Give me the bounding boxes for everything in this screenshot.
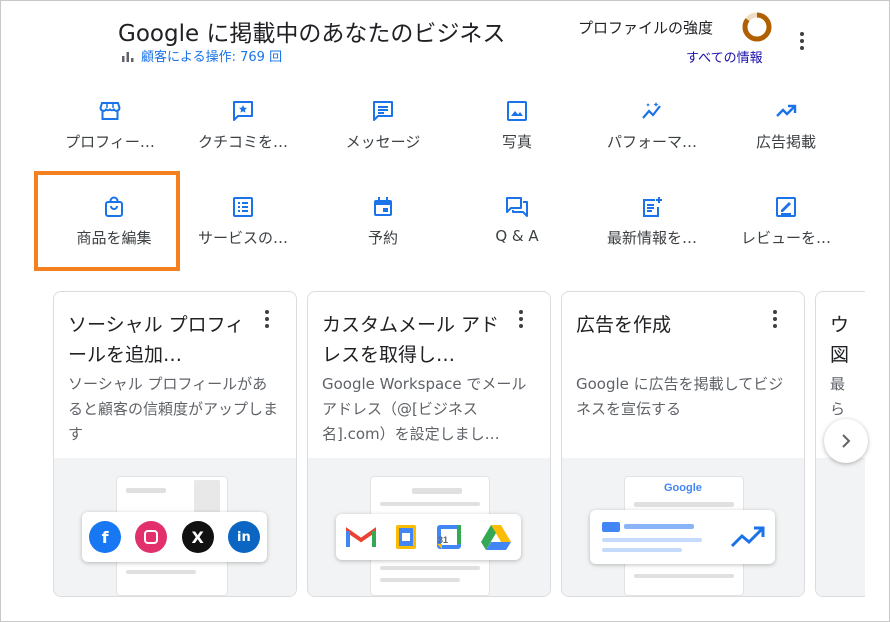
page-title: Google に掲載中のあなたのビジネス — [118, 21, 506, 47]
card-description: Google に広告を掲載してビジネスを宣伝する — [576, 375, 784, 418]
photo-icon — [507, 101, 527, 121]
linkedin-icon: in — [227, 521, 260, 553]
card-more-icon[interactable] — [770, 310, 780, 332]
action-profile[interactable]: プロフィー… — [45, 95, 175, 159]
action-label: サービスの… — [197, 229, 288, 247]
calendar-icon — [374, 197, 392, 216]
ad-illustration: Google — [562, 458, 804, 596]
trend-arrow-icon — [730, 526, 765, 548]
interactions-count: 顧客による操作: 769 回 — [141, 50, 283, 65]
action-updates[interactable]: 最新情報を… — [587, 191, 717, 255]
action-label: 広告掲載 — [755, 133, 816, 151]
workspace-illustration: 31 — [308, 458, 550, 596]
calendar-day: 31 — [438, 535, 449, 545]
action-booking[interactable]: 予約 — [318, 191, 448, 255]
action-label: 写真 — [501, 133, 532, 151]
carousel-next-button[interactable] — [824, 419, 868, 463]
card-create-ad[interactable]: 広告を作成 Google に広告を掲載してビジネスを宣伝する Google — [561, 291, 805, 597]
storefront-icon — [99, 102, 121, 120]
qa-icon — [506, 197, 528, 217]
card-title: 広告を作成 — [576, 314, 672, 336]
action-label: パフォーマ… — [606, 133, 697, 151]
social-illustration: f X in — [54, 458, 296, 596]
action-label: Q & A — [495, 227, 539, 245]
card-title: ソーシャル プロフィールを追加… — [68, 314, 245, 366]
action-review-request[interactable]: レビューを… — [721, 191, 851, 255]
action-ads[interactable]: 広告掲載 — [721, 95, 851, 159]
gmail-icon — [345, 527, 376, 547]
card-description: ソーシャル プロフィールがあると顧客の信頼度がアップします — [68, 375, 279, 443]
card-title: ウ 図 — [830, 314, 850, 366]
action-label: メッセージ — [345, 133, 421, 151]
instagram-icon — [135, 521, 168, 553]
card-description: 最 ら — [830, 375, 846, 418]
card-social-profile[interactable]: ソーシャル プロフィールを追加… ソーシャル プロフィールがあると顧客の信頼度が… — [53, 291, 297, 597]
add-post-icon — [643, 197, 662, 217]
shopping-bag-icon — [105, 196, 123, 217]
drive-icon — [481, 525, 512, 550]
action-messages[interactable]: メッセージ — [318, 95, 448, 159]
facebook-icon: f — [89, 521, 122, 553]
card-title: カスタムメール アドレスを取得し… — [322, 314, 500, 366]
action-services[interactable]: サービスの… — [178, 191, 308, 255]
chevron-right-icon — [842, 434, 851, 448]
profile-strength-ring — [742, 12, 772, 42]
list-icon — [233, 197, 253, 217]
more-options-icon[interactable] — [793, 28, 811, 54]
action-performance[interactable]: パフォーマ… — [587, 95, 717, 159]
review-edit-icon — [776, 197, 796, 217]
performance-icon — [642, 102, 661, 119]
profile-strength-label: プロファイルの強度 — [578, 19, 714, 37]
action-edit-products[interactable]: 商品を編集 — [49, 191, 179, 255]
card-more-icon[interactable] — [516, 310, 526, 332]
action-label: 商品を編集 — [76, 229, 152, 247]
partial-illustration — [816, 458, 865, 596]
action-reviews[interactable]: クチコミを… — [178, 95, 308, 159]
action-qa[interactable]: Q & A — [452, 191, 582, 255]
message-icon — [373, 101, 393, 121]
docs-icon — [395, 525, 416, 549]
x-icon: X — [181, 521, 214, 553]
card-description: Google Workspace でメールアドレス（@[ビジネス名].com）を… — [322, 375, 527, 443]
all-info-link[interactable]: すべての情報 — [686, 47, 763, 66]
google-logo: Google — [664, 482, 702, 494]
action-label: レビューを… — [740, 229, 831, 247]
action-label: クチコミを… — [197, 133, 288, 151]
star-review-icon — [233, 101, 253, 121]
interactions-link[interactable]: 顧客による操作: 769 回 — [121, 46, 282, 65]
bar-chart-icon — [122, 51, 134, 62]
action-label: プロフィー… — [65, 133, 155, 151]
trending-up-icon — [776, 104, 797, 117]
card-custom-email[interactable]: カスタムメール アドレスを取得し… Google Workspace でメールア… — [307, 291, 551, 597]
card-more-icon[interactable] — [262, 310, 272, 332]
action-label: 予約 — [367, 229, 398, 247]
action-photos[interactable]: 写真 — [452, 95, 582, 159]
action-label: 最新情報を… — [606, 229, 697, 247]
